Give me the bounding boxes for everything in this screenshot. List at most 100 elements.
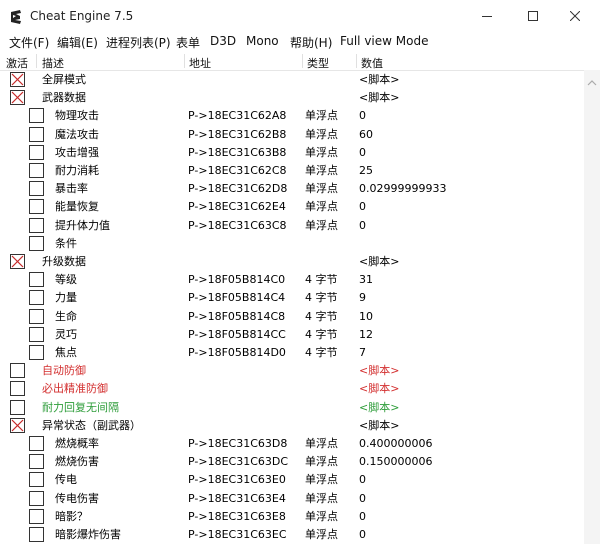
column-value[interactable]: 数值 <box>361 55 383 71</box>
menu-table[interactable]: 表单 <box>176 34 200 51</box>
chevron-up-icon[interactable] <box>587 76 597 90</box>
activate-checkbox[interactable] <box>29 181 44 197</box>
row-value: 0.400000006 <box>359 437 433 450</box>
table-row[interactable]: 能量恢复 P->18EC31C62E4 单浮点 0 <box>0 198 584 216</box>
menu-full-view-mode[interactable]: Full view Mode <box>340 34 428 48</box>
activate-checkbox[interactable] <box>10 90 25 106</box>
menu-process-list[interactable]: 进程列表(P) <box>106 34 171 51</box>
row-value: <脚本> <box>359 418 400 432</box>
table-row[interactable]: 暗影爆炸伤害 P->18EC31C63EC 单浮点 0 <box>0 526 584 544</box>
table-row[interactable]: 灵巧 P->18F05B814CC 4 字节 12 <box>0 326 584 344</box>
row-description: 能量恢复 <box>55 200 99 214</box>
row-description: 暗影？ <box>55 509 88 523</box>
menu-help[interactable]: 帮助(H) <box>290 34 332 51</box>
row-description: 物理攻击 <box>55 109 99 123</box>
column-type[interactable]: 类型 <box>307 55 329 71</box>
table-row[interactable]: 传电伤害 P->18EC31C63E4 单浮点 0 <box>0 490 584 508</box>
activate-checkbox[interactable] <box>10 381 25 397</box>
minimize-button[interactable] <box>464 0 510 32</box>
checkmark-x-icon <box>11 255 24 268</box>
table-row[interactable]: 耐力回复无间隔 <脚本> <box>0 399 584 417</box>
menu-file[interactable]: 文件(F) <box>9 34 49 51</box>
activate-checkbox[interactable] <box>29 308 44 324</box>
table-row[interactable]: 燃烧概率 P->18EC31C63D8 单浮点 0.400000006 <box>0 435 584 453</box>
row-value: 7 <box>359 346 366 359</box>
row-type: 4 字节 <box>305 346 338 359</box>
column-address[interactable]: 地址 <box>189 55 211 71</box>
row-type: 单浮点 <box>305 182 338 196</box>
row-value: 0 <box>359 528 366 541</box>
table-row[interactable]: 提升体力值 P->18EC31C63C8 单浮点 0 <box>0 217 584 235</box>
activate-checkbox[interactable] <box>10 72 25 87</box>
row-address: P->18F05B814CC <box>188 327 286 341</box>
table-row[interactable]: 生命 P->18F05B814C8 4 字节 10 <box>0 308 584 326</box>
row-description: 提升体力值 <box>55 218 110 232</box>
table-row[interactable]: 传电 P->18EC31C63E0 单浮点 0 <box>0 471 584 489</box>
maximize-button[interactable] <box>510 0 556 32</box>
row-value: 31 <box>359 273 373 287</box>
activate-checkbox[interactable] <box>29 163 44 178</box>
row-type: 单浮点 <box>305 164 338 177</box>
activate-checkbox[interactable] <box>29 144 44 160</box>
menu-edit[interactable]: 编辑(E) <box>57 34 98 51</box>
column-divider[interactable] <box>302 54 303 68</box>
activate-checkbox[interactable] <box>29 290 44 306</box>
activate-checkbox[interactable] <box>29 508 44 524</box>
activate-checkbox[interactable] <box>29 527 44 542</box>
menu-d3d[interactable]: D3D <box>210 34 236 48</box>
activate-checkbox[interactable] <box>10 417 25 433</box>
table-row[interactable]: 武器数据 <脚本> <box>0 89 584 107</box>
table-row[interactable]: 异常状态（副武器） <脚本> <box>0 417 584 435</box>
column-divider[interactable] <box>184 54 185 68</box>
activate-checkbox[interactable] <box>10 363 25 379</box>
row-value: 12 <box>359 327 373 341</box>
table-row[interactable]: 耐力消耗 P->18EC31C62C8 单浮点 25 <box>0 162 584 180</box>
activate-checkbox[interactable] <box>29 272 44 288</box>
table-row[interactable]: 暗影？ P->18EC31C63E8 单浮点 0 <box>0 508 584 526</box>
activate-checkbox[interactable] <box>10 399 25 415</box>
table-row[interactable]: 攻击增强 P->18EC31C63B8 单浮点 0 <box>0 144 584 162</box>
activate-checkbox[interactable] <box>29 436 44 451</box>
row-address: P->18EC31C62A8 <box>188 109 287 123</box>
activate-checkbox[interactable] <box>29 345 44 360</box>
row-type: 4 字节 <box>305 309 338 323</box>
table-row[interactable]: 力量 P->18F05B814C4 4 字节 9 <box>0 289 584 307</box>
close-button[interactable] <box>552 0 598 32</box>
activate-checkbox[interactable] <box>29 472 44 488</box>
table-row[interactable]: 燃烧伤害 P->18EC31C63DC 单浮点 0.150000006 <box>0 453 584 471</box>
row-description: 燃烧伤害 <box>55 455 99 469</box>
table-row[interactable]: 条件 <box>0 235 584 253</box>
column-divider[interactable] <box>356 54 357 68</box>
row-description: 全屏模式 <box>42 73 86 86</box>
table-row[interactable]: 物理攻击 P->18EC31C62A8 单浮点 0 <box>0 107 584 125</box>
table-row[interactable]: 焦点 P->18F05B814D0 4 字节 7 <box>0 344 584 362</box>
row-type: 单浮点 <box>305 145 338 159</box>
column-active[interactable]: 激活 <box>6 55 28 71</box>
row-description: 暴击率 <box>55 182 88 196</box>
activate-checkbox[interactable] <box>10 254 25 269</box>
table-row[interactable]: 自动防御 <脚本> <box>0 362 584 380</box>
table-row[interactable]: 暴击率 P->18EC31C62D8 单浮点 0.02999999933 <box>0 180 584 198</box>
column-description[interactable]: 描述 <box>42 55 64 71</box>
activate-checkbox[interactable] <box>29 490 44 506</box>
menu-mono[interactable]: Mono <box>246 34 279 48</box>
activate-checkbox[interactable] <box>29 235 44 251</box>
table-row[interactable]: 全屏模式 <脚本> <box>0 71 584 89</box>
activate-checkbox[interactable] <box>29 108 44 124</box>
vertical-scrollbar[interactable] <box>584 70 600 544</box>
activate-checkbox[interactable] <box>29 217 44 233</box>
table-row[interactable]: 升级数据 <脚本> <box>0 253 584 271</box>
row-description: 耐力回复无间隔 <box>42 400 119 414</box>
row-address: P->18EC31C63E0 <box>188 473 286 487</box>
column-divider[interactable] <box>36 54 37 68</box>
row-value: 0 <box>359 109 366 123</box>
table-row[interactable]: 等级 P->18F05B814C0 4 字节 31 <box>0 271 584 289</box>
activate-checkbox[interactable] <box>29 126 44 142</box>
activate-checkbox[interactable] <box>29 326 44 342</box>
activate-checkbox[interactable] <box>29 199 44 215</box>
row-value: <脚本> <box>359 91 400 105</box>
table-row[interactable]: 魔法攻击 P->18EC31C62B8 单浮点 60 <box>0 126 584 144</box>
table-row[interactable]: 必出精准防御 <脚本> <box>0 380 584 398</box>
activate-checkbox[interactable] <box>29 454 44 470</box>
row-address: P->18F05B814D0 <box>188 346 286 359</box>
